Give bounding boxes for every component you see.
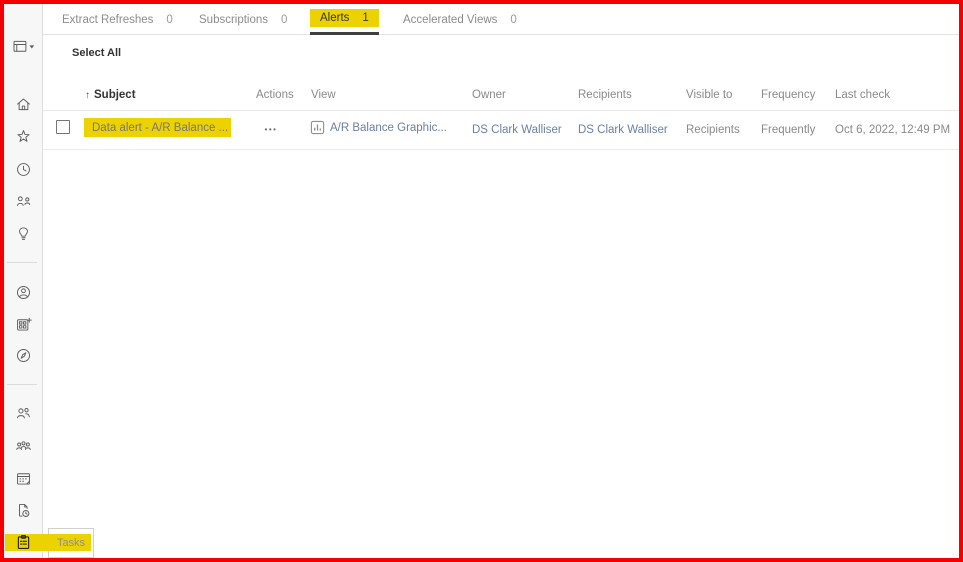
sidebar-item-collections[interactable] — [4, 311, 43, 337]
actions-menu-button[interactable]: ••• — [258, 120, 284, 138]
column-header-owner[interactable]: Owner — [472, 89, 506, 101]
column-header-last-check[interactable]: Last check — [835, 89, 890, 101]
tab-count: 0 — [281, 14, 287, 26]
home-icon — [14, 95, 33, 114]
explore-icon — [14, 346, 33, 365]
visible-to-value: Recipients — [686, 123, 740, 137]
lightbulb-icon — [14, 224, 33, 243]
annotated-screenshot-frame: Tasks Extract Refreshes 0 Subscriptions … — [0, 0, 963, 562]
last-check-value: Oct 6, 2022, 12:49 PM — [835, 123, 950, 137]
jobs-icon — [14, 501, 33, 520]
select-all-button[interactable]: Select All — [72, 47, 121, 59]
owner-link[interactable]: DS Clark Walliser — [472, 123, 562, 137]
sidebar-item-home[interactable] — [4, 91, 43, 117]
tab-count: 0 — [510, 14, 516, 26]
tasks-tooltip-label: Tasks — [48, 528, 94, 558]
column-header-actions[interactable]: Actions — [256, 89, 294, 101]
sidebar-divider — [7, 384, 37, 385]
frequency-value: Frequently — [761, 123, 815, 137]
sidebar-item-jobs[interactable] — [4, 497, 43, 523]
tab-subscriptions[interactable]: Subscriptions 0 — [199, 4, 287, 35]
select-row-checkbox[interactable] — [56, 120, 70, 134]
clock-icon — [14, 160, 33, 179]
groups-icon — [14, 437, 33, 456]
tab-label: Extract Refreshes — [62, 14, 153, 26]
sidebar-divider — [7, 262, 37, 263]
column-header-view[interactable]: View — [311, 89, 336, 101]
sidebar-item-shared-with-me[interactable] — [4, 188, 43, 214]
tab-label: Accelerated Views — [403, 14, 497, 26]
view-chart-icon — [310, 120, 325, 135]
content-switcher-icon — [11, 37, 36, 56]
tab-accelerated-views[interactable]: Accelerated Views 0 — [403, 4, 517, 35]
table-row: Data alert - A/R Balance ... ••• A/R Bal… — [43, 111, 959, 150]
main-content: Extract Refreshes 0 Subscriptions 0 Aler… — [43, 4, 959, 558]
tab-count: 0 — [166, 14, 172, 26]
column-header-frequency[interactable]: Frequency — [761, 89, 815, 101]
sidebar-item-users[interactable] — [4, 400, 43, 426]
personal-space-icon — [14, 283, 33, 302]
content-switcher-button[interactable] — [4, 33, 43, 59]
users-icon — [14, 404, 33, 423]
view-link-label: A/R Balance Graphic... — [330, 122, 447, 134]
column-header-recipients[interactable]: Recipients — [578, 89, 632, 101]
sidebar-item-recents[interactable] — [4, 156, 43, 182]
tab-count: 1 — [362, 12, 368, 24]
tasks-icon — [14, 533, 33, 552]
view-link[interactable]: A/R Balance Graphic... — [310, 120, 447, 135]
annotation-highlight-subject: Data alert - A/R Balance ... — [84, 118, 231, 137]
sidebar-item-tasks[interactable] — [4, 529, 43, 555]
annotation-highlight-alerts: Alerts 1 — [310, 9, 379, 27]
tab-label: Subscriptions — [199, 14, 268, 26]
column-header-subject[interactable]: ↑Subject — [85, 89, 136, 101]
sort-ascending-icon: ↑ — [85, 90, 90, 101]
alert-subject-link[interactable]: Data alert - A/R Balance ... — [84, 122, 228, 134]
sidebar-item-schedules[interactable] — [4, 465, 43, 491]
tab-extract-refreshes[interactable]: Extract Refreshes 0 — [62, 4, 173, 35]
tab-label: Alerts — [320, 12, 349, 24]
sidebar-item-groups[interactable] — [4, 433, 43, 459]
column-header-visible-to[interactable]: Visible to — [686, 89, 732, 101]
left-nav-sidebar — [4, 4, 43, 558]
tab-alerts[interactable]: Alerts 1 — [310, 4, 379, 35]
ellipsis-icon: ••• — [265, 125, 278, 134]
shared-with-me-icon — [14, 192, 33, 211]
sidebar-item-favorites[interactable] — [4, 123, 43, 149]
calendar-icon — [14, 469, 33, 488]
recipients-link[interactable]: DS Clark Walliser — [578, 123, 668, 137]
sidebar-item-personal-space[interactable] — [4, 279, 43, 305]
star-icon — [14, 127, 33, 146]
sidebar-item-explore[interactable] — [4, 342, 43, 368]
sidebar-item-recommendations[interactable] — [4, 220, 43, 246]
collections-icon — [14, 315, 33, 334]
tasks-tab-bar: Extract Refreshes 0 Subscriptions 0 Aler… — [43, 4, 959, 35]
